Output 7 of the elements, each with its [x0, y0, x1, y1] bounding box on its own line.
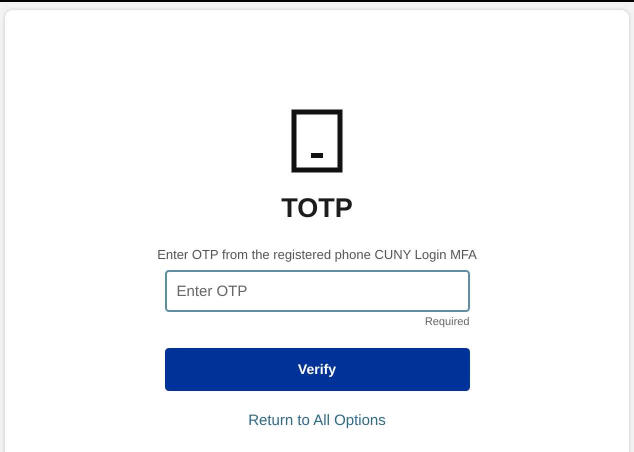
required-note: Required [424, 317, 470, 328]
page-title: TOTP [281, 195, 353, 222]
tablet-icon [291, 109, 343, 173]
verify-button[interactable]: Verify [164, 348, 470, 391]
return-link[interactable]: Return to All Options [248, 413, 386, 428]
otp-input-field[interactable]: Enter OTP [164, 270, 470, 312]
instruction-text: Enter OTP from the registered phone CUNY Login MFA [157, 248, 477, 261]
